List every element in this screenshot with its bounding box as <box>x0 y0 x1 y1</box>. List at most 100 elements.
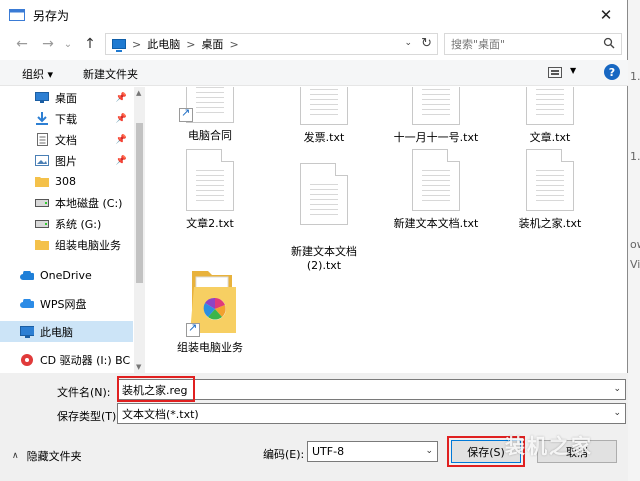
sidebar-item-label: 图片 <box>55 154 77 168</box>
pin-icon[interactable]: 📌 <box>116 135 127 145</box>
sidebar-item-assembly-business[interactable]: 组装电脑业务 <box>0 234 133 255</box>
breadcrumb-separator[interactable]: > <box>229 38 238 51</box>
pin-icon[interactable]: 📌 <box>116 156 127 166</box>
arrow-left-icon: ← <box>16 36 28 52</box>
breadcrumb-separator[interactable]: > <box>186 38 195 51</box>
file-item[interactable]: 文章2.txt <box>160 149 260 231</box>
scroll-down-icon[interactable]: ▼ <box>136 363 141 371</box>
folder-icon <box>35 176 49 188</box>
notepad-icon <box>9 9 25 21</box>
sidebar-item-pictures[interactable]: 图片 📌 <box>0 150 133 171</box>
computer-icon <box>112 39 126 52</box>
sidebar-item-downloads[interactable]: 下载 📌 <box>0 108 133 129</box>
computer-icon <box>20 325 34 338</box>
close-button[interactable]: ✕ <box>584 0 628 30</box>
sidebar-item-system-g[interactable]: 系统 (G:) <box>0 213 133 234</box>
file-item[interactable]: 新建文本文档.txt <box>386 149 486 231</box>
file-item[interactable]: 文章.txt <box>500 87 600 145</box>
sidebar-item-this-pc[interactable]: 此电脑 <box>0 321 133 342</box>
sidebar-item-desktop[interactable]: 桌面 📌 <box>0 87 133 108</box>
file-item[interactable]: 发票.txt <box>274 87 374 145</box>
sidebar-item-label: 308 <box>55 175 76 188</box>
scroll-up-icon[interactable]: ▲ <box>136 89 141 97</box>
desktop-icon <box>35 92 49 104</box>
chevron-down-icon[interactable]: ⌄ <box>425 446 433 456</box>
search-icon[interactable] <box>603 37 615 49</box>
sidebar-item-label: 本地磁盘 (C:) <box>55 196 123 210</box>
folder-icon <box>35 239 49 251</box>
download-icon <box>35 112 49 125</box>
file-name: 新建文本文档.txt <box>393 217 479 230</box>
sidebar-item-cd-drive[interactable]: CD 驱动器 (I:) BC <box>0 349 133 370</box>
hide-folders-toggle[interactable]: ∧ 隐藏文件夹 <box>12 448 82 464</box>
breadcrumb-this-pc[interactable]: 此电脑 <box>147 36 180 52</box>
filetype-label: 保存类型(T): <box>57 410 121 423</box>
refresh-icon[interactable]: ↻ <box>421 36 432 51</box>
new-folder-button[interactable]: 新建文件夹 <box>83 66 138 82</box>
sidebar-item-label: 下载 <box>55 112 77 126</box>
chevron-down-icon[interactable]: ⌄ <box>613 408 621 418</box>
organize-menu[interactable]: 组织 ▾ <box>22 66 53 82</box>
pin-icon[interactable]: 📌 <box>116 93 127 103</box>
text-file-icon <box>526 87 574 125</box>
background-fragment: 1. <box>630 150 640 163</box>
encoding-value: UTF-8 <box>312 445 345 458</box>
file-item[interactable]: 电脑合同 <box>160 87 260 143</box>
navigation-scrollbar[interactable]: ▲ ▼ <box>134 87 145 373</box>
address-bar[interactable]: > 此电脑 > 桌面 > ⌄ ↻ <box>105 33 438 55</box>
filetype-value: 文本文档(*.txt) <box>122 407 199 421</box>
sidebar-item-label: 桌面 <box>55 91 77 105</box>
background-fragment: Vi <box>630 258 640 271</box>
file-item[interactable]: 装机之家.txt <box>500 149 600 231</box>
sidebar-item-label: 组装电脑业务 <box>55 238 121 252</box>
back-button[interactable]: ← <box>12 34 32 54</box>
file-item[interactable]: 十一月十一号.txt <box>386 87 486 145</box>
view-options-icon[interactable] <box>548 67 562 78</box>
search-box <box>444 33 622 55</box>
pin-icon[interactable]: 📌 <box>116 114 127 124</box>
sidebar-item-label: CD 驱动器 (I:) BC <box>40 353 131 367</box>
command-bar: 组织 ▾ 新建文件夹 ▼ ? <box>0 60 628 86</box>
cd-drive-icon <box>20 353 34 366</box>
close-icon: ✕ <box>599 6 613 24</box>
sidebar-item-wps-cloud[interactable]: WPS网盘 <box>0 293 133 314</box>
view-dropdown-icon[interactable]: ▼ <box>570 66 576 75</box>
chevron-down-icon[interactable]: ⌄ <box>613 384 621 394</box>
encoding-select[interactable]: UTF-8 ⌄ <box>307 441 438 462</box>
sidebar-item-documents[interactable]: 文档 📌 <box>0 129 133 150</box>
chevron-down-icon: ⌄ <box>63 38 73 50</box>
scrollbar-thumb[interactable] <box>136 123 143 283</box>
text-file-icon <box>526 149 574 211</box>
save-as-dialog: 另存为 ✕ ← → ⌄ ↑ > 此电脑 > 桌面 > ⌄ ↻ 组织 ▾ 新建文 <box>0 0 628 481</box>
file-name: 装机之家.txt <box>518 217 582 230</box>
forward-button[interactable]: → <box>38 34 58 54</box>
sidebar-item-308[interactable]: 308 <box>0 171 133 192</box>
picture-icon <box>35 155 49 167</box>
search-input[interactable] <box>451 37 601 51</box>
sidebar-item-onedrive[interactable]: OneDrive <box>0 265 133 286</box>
background-fragment: ow <box>630 238 640 251</box>
breadcrumb-desktop[interactable]: 桌面 <box>201 36 223 52</box>
sidebar-item-local-disk-c[interactable]: 本地磁盘 (C:) <box>0 192 133 213</box>
chevron-up-icon: ∧ <box>12 451 19 461</box>
filetype-select[interactable]: 文本文档(*.txt) ⌄ <box>117 403 626 424</box>
title-bar: 另存为 ✕ <box>0 0 628 30</box>
file-name: 新建文本文档 (2).txt <box>291 245 357 272</box>
background-window-strip: 1. 1. ow Vi <box>628 0 640 481</box>
text-file-icon <box>412 87 460 125</box>
address-dropdown-icon[interactable]: ⌄ <box>404 38 412 48</box>
address-row: ← → ⌄ ↑ > 此电脑 > 桌面 > ⌄ ↻ <box>0 30 628 58</box>
text-file-icon <box>412 149 460 211</box>
up-button[interactable]: ↑ <box>80 34 100 54</box>
encoding-label: 编码(E): <box>263 448 305 461</box>
sidebar-item-label: 系统 (G:) <box>55 217 102 231</box>
text-file-icon <box>186 149 234 211</box>
recent-locations-button[interactable]: ⌄ <box>58 34 78 54</box>
file-item[interactable]: 组装电脑业务 <box>160 265 260 355</box>
help-icon[interactable]: ? <box>604 64 620 80</box>
sidebar-item-label: 此电脑 <box>40 325 73 339</box>
folder-shortcut-icon <box>182 265 238 339</box>
breadcrumb-separator: > <box>132 37 142 51</box>
watermark: 装机之家 <box>505 434 593 458</box>
file-item[interactable]: 新建文本文档 (2).txt <box>274 149 374 287</box>
